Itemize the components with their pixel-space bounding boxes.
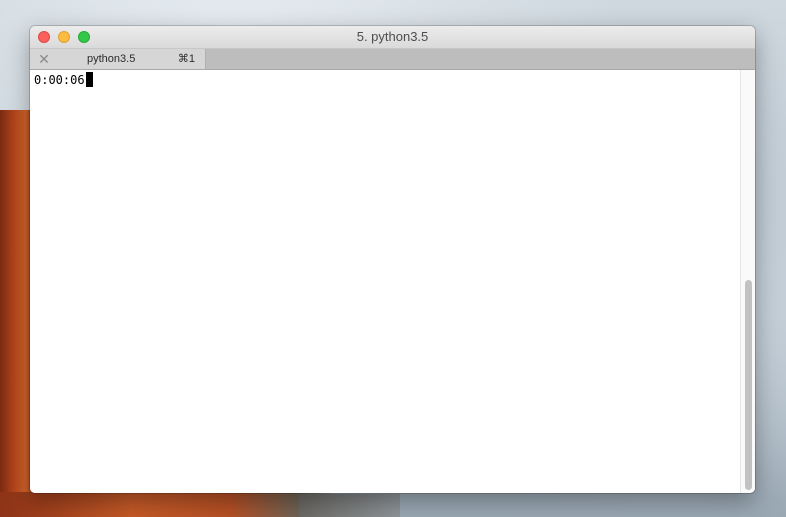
tab-shortcut: ⌘1 (177, 53, 195, 65)
tab-python[interactable]: ✕ python3.5 ⌘1 (30, 49, 206, 69)
terminal-line: 0:00:06 (34, 72, 93, 88)
tab-label: python3.5 (87, 53, 136, 65)
terminal-window: 5. python3.5 ✕ python3.5 ⌘1 0:00:06 (30, 26, 755, 493)
title-bar[interactable]: 5. python3.5 (30, 26, 755, 49)
scrollbar-thumb[interactable] (745, 280, 752, 490)
desktop-background: 5. python3.5 ✕ python3.5 ⌘1 0:00:06 (0, 0, 786, 517)
terminal-line-text: 0:00:06 (34, 73, 85, 87)
desktop-cliff-base (0, 492, 330, 517)
tab-bar: ✕ python3.5 ⌘1 (30, 49, 755, 70)
window-title: 5. python3.5 (356, 29, 429, 44)
tab-close-icon[interactable]: ✕ (37, 50, 51, 68)
text-cursor (85, 72, 93, 87)
scrollbar-track[interactable] (740, 70, 755, 493)
desktop-cliff (0, 110, 32, 517)
terminal-output[interactable]: 0:00:06 (30, 70, 740, 493)
desktop-rocks (300, 494, 400, 517)
